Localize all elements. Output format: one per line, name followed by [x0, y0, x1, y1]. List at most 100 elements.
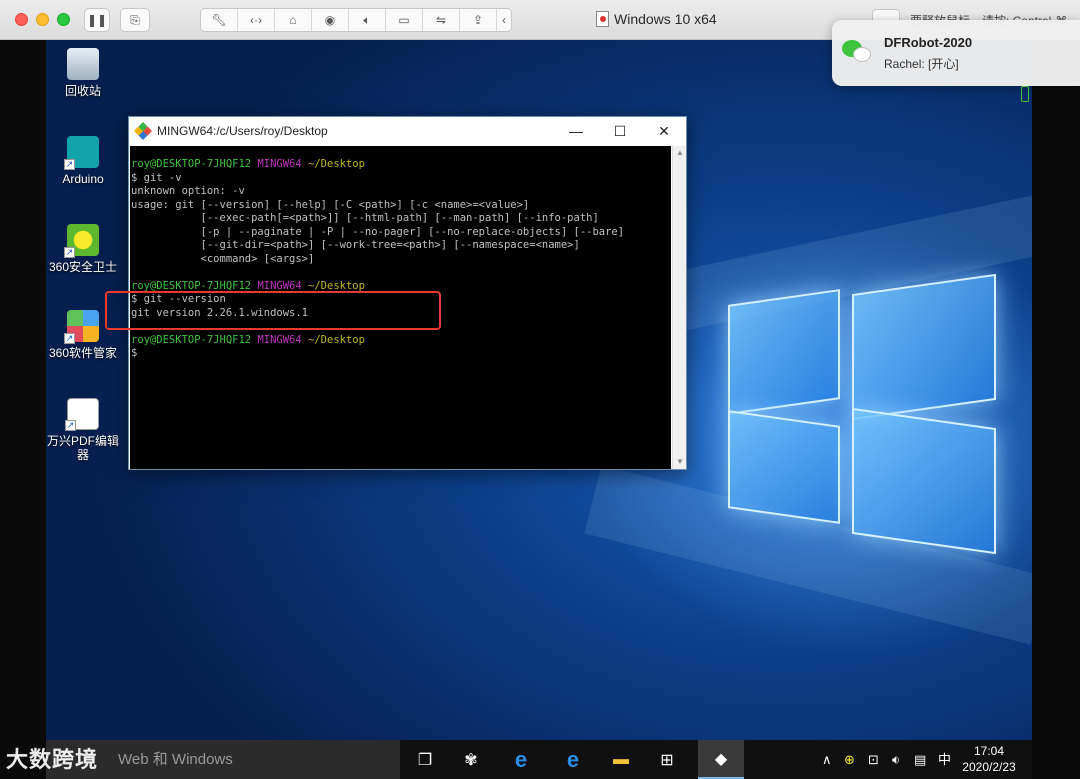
- windows-taskbar: Web 和 Windows ❐ ✾ e e ▬ ⊞ ◆ ∧ ⊕ ⊡ 🔉︎ ▤ 中…: [46, 740, 1032, 779]
- clock-date: 2020/2/23: [962, 760, 1016, 774]
- snapshot-icon: ⎘: [130, 12, 140, 27]
- video-button[interactable]: ▭: [386, 9, 423, 31]
- usb-icon: ⇋: [435, 13, 447, 27]
- notification-title: DFRobot-2020: [884, 35, 973, 50]
- code-icon: ‹·›: [250, 13, 262, 27]
- input-method-indicator[interactable]: 中: [938, 740, 951, 779]
- terminal-minimize-button[interactable]: —: [553, 117, 599, 145]
- git-bash-taskbar-button[interactable]: ◆: [698, 740, 744, 779]
- desktop-icon-recycle-bin[interactable]: 回收站: [46, 48, 120, 98]
- volume-icon[interactable]: 🔉︎: [892, 740, 900, 779]
- camera-icon: ◉: [324, 13, 336, 27]
- vm-toolbar: 🔧︎ ‹·› ⌂ ◉ 🔈︎ ▭ ⇋ ⇪ ‹: [200, 8, 512, 32]
- network-icon[interactable]: ⊡: [868, 740, 879, 779]
- edge-browser-icon[interactable]: e: [560, 747, 586, 773]
- pinwheel-app-icon[interactable]: ✾: [458, 747, 484, 773]
- notification-body: Rachel: [开心]: [884, 57, 959, 71]
- pdf-editor-icon: ↗: [65, 398, 99, 431]
- arduino-icon: ↗: [64, 136, 99, 170]
- git-bash-icon: ◆: [714, 751, 728, 768]
- video-icon: ▭: [398, 13, 410, 27]
- terminal-maximize-button[interactable]: ☐: [597, 117, 643, 145]
- shortcut-arrow-icon: ↗: [64, 247, 75, 258]
- ie-browser-icon[interactable]: e: [508, 747, 534, 773]
- terminal-close-button[interactable]: ✕: [641, 117, 687, 145]
- 360-tray-icon[interactable]: ⊕: [844, 740, 855, 779]
- camera-button[interactable]: ◉: [312, 9, 349, 31]
- letterbox-left: [0, 40, 46, 740]
- file-explorer-icon[interactable]: ▬: [608, 747, 634, 773]
- git-bash-icon: [133, 121, 153, 141]
- scroll-down-icon[interactable]: ▼: [673, 455, 687, 469]
- clock-time: 17:04: [973, 744, 1005, 758]
- settings-button[interactable]: 🔧︎: [201, 9, 238, 31]
- code-button[interactable]: ‹·›: [238, 9, 275, 31]
- desktop-icon-label: 360软件管家: [48, 346, 118, 360]
- taskbar-clock[interactable]: 17:04 2020/2/23: [954, 743, 1024, 775]
- shortcut-arrow-icon: ↗: [64, 159, 75, 170]
- prompt-line: roy@DESKTOP-7JHQF12 MINGW64 ~/Desktop: [131, 333, 365, 346]
- task-view-icon[interactable]: ❐: [412, 747, 438, 773]
- output-line: [--git-dir=<path>] [--work-tree=<path>] …: [131, 239, 580, 251]
- version-highlight-box: [105, 291, 441, 330]
- tray-chevron-icon[interactable]: ∧: [822, 740, 832, 779]
- prompt-line: roy@DESKTOP-7JHQF12 MINGW64 ~/Desktop: [131, 158, 365, 170]
- desktop-icon-label: 回收站: [64, 84, 101, 98]
- shortcut-arrow-icon: ↗: [64, 333, 75, 344]
- wechat-icon: [842, 40, 872, 64]
- windows-logo-pane: [852, 407, 996, 555]
- recycle-bin-icon: [67, 48, 99, 80]
- 360-safe-icon: ↗: [64, 224, 99, 258]
- disk-icon: ⌂: [289, 13, 297, 27]
- battery-indicator-icon: [1021, 86, 1029, 102]
- windows-logo-pane: [852, 273, 996, 421]
- desktop-icon-360-safe[interactable]: ↗ 360安全卫士: [46, 224, 120, 274]
- terminal-title: MINGW64:/c/Users/roy/Desktop: [157, 124, 328, 138]
- desktop-icon-arduino[interactable]: ↗ Arduino: [46, 136, 120, 186]
- maximize-icon: ☐: [613, 122, 627, 139]
- maximize-window-button[interactable]: [57, 13, 70, 26]
- output-line: unknown option: -v: [131, 185, 245, 197]
- usb-button[interactable]: ⇋: [423, 9, 460, 31]
- snapshot-button[interactable]: ⎘: [120, 8, 150, 32]
- store-icon[interactable]: ⊞: [654, 747, 680, 773]
- terminal-titlebar[interactable]: MINGW64:/c/Users/roy/Desktop — ☐ ✕: [129, 117, 686, 145]
- desktop-icon-label: 万兴PDF编辑器: [46, 434, 119, 462]
- command-line: $: [131, 347, 138, 359]
- shortcut-arrow-icon: ↗: [65, 420, 76, 431]
- output-line: [--exec-path[=<path>]] [--html-path] [--…: [131, 212, 599, 224]
- share-icon: ⇪: [472, 13, 484, 27]
- desktop-icon-label: Arduino: [62, 172, 104, 186]
- vm-title-text: Windows 10 x64: [614, 11, 717, 27]
- minimize-window-button[interactable]: [36, 13, 49, 26]
- output-line: <command> [<args>]: [131, 252, 315, 265]
- sound-button[interactable]: 🔈︎: [349, 9, 386, 31]
- collapse-toolbar-button[interactable]: ‹: [497, 9, 511, 31]
- speaker-icon: 🔈︎: [363, 12, 371, 27]
- letterbox-right: [1032, 40, 1080, 740]
- desktop-icon-pdf-editor[interactable]: ↗ 万兴PDF编辑器: [46, 398, 120, 462]
- vm-document-icon: [596, 11, 609, 27]
- close-icon: ✕: [658, 122, 670, 139]
- disk-button[interactable]: ⌂: [275, 9, 312, 31]
- command-line: $ git -v: [131, 171, 182, 184]
- windows-logo-pane: [728, 410, 840, 524]
- pause-button[interactable]: ❚❚: [84, 8, 110, 32]
- share-button[interactable]: ⇪: [460, 9, 497, 31]
- output-line: [-p | --paginate | -P | --no-pager] [--n…: [131, 225, 625, 238]
- output-line: usage: git [--version] [--help] [-C <pat…: [131, 198, 530, 211]
- watermark-text: 大数跨境: [6, 747, 99, 772]
- taskbar-search-box[interactable]: Web 和 Windows: [46, 740, 400, 779]
- vm-title: Windows 10 x64: [596, 11, 717, 27]
- 360-software-icon: ↗: [64, 310, 99, 344]
- minimize-icon: —: [569, 123, 583, 139]
- close-window-button[interactable]: [15, 13, 28, 26]
- pause-icon: ❚❚: [86, 13, 108, 27]
- scroll-up-icon[interactable]: ▲: [673, 146, 687, 160]
- terminal-scrollbar[interactable]: ▲ ▼: [672, 146, 686, 469]
- desktop-icon-label: 360安全卫士: [48, 260, 118, 274]
- wrench-icon: 🔧︎: [211, 13, 227, 27]
- action-center-icon[interactable]: ▤: [914, 740, 926, 779]
- wechat-notification[interactable]: DFRobot-2020 Rachel: [开心]: [832, 20, 1080, 86]
